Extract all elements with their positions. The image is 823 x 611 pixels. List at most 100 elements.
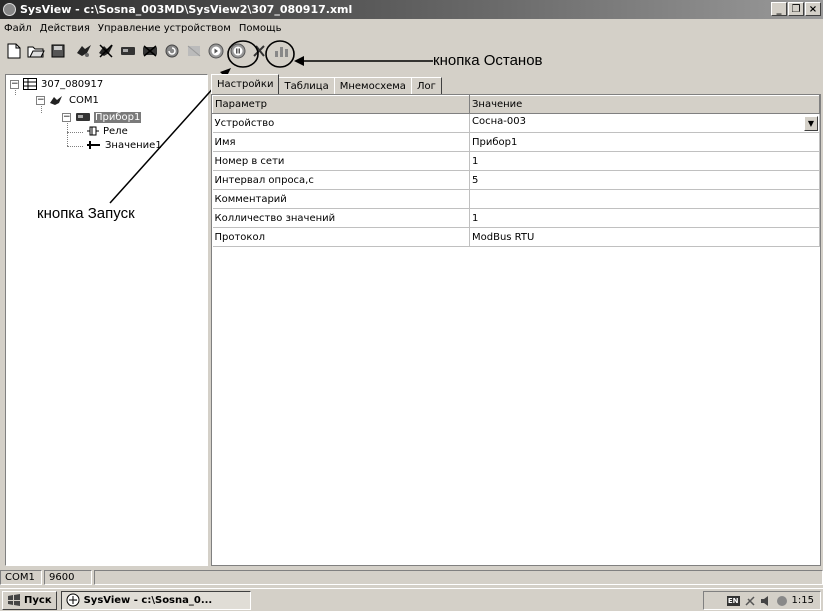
window-controls: _ ❐ × — [771, 2, 821, 16]
table-row[interactable]: Имя Прибор1 — [212, 132, 820, 152]
menu-device-control[interactable]: Управление устройством — [94, 23, 235, 34]
tab-mnemonic[interactable]: Мнемосхема — [333, 77, 412, 94]
table-row[interactable]: Устройство Сосна-003 ▼ — [212, 113, 820, 133]
minimize-button[interactable]: _ — [771, 2, 787, 16]
value-cell[interactable]: 5 — [469, 170, 820, 190]
start-menu-button[interactable]: Пуск — [2, 590, 57, 610]
delete-port-icon — [99, 44, 113, 58]
relay-icon — [87, 126, 99, 136]
tree-relay-label: Реле — [103, 125, 128, 137]
settings-icon — [253, 45, 265, 57]
annotation-start-label: кнопка Запуск — [37, 205, 135, 222]
toolbar — [0, 38, 823, 64]
tree-node-port[interactable]: − COM1 — [36, 94, 99, 106]
column-header-parameter[interactable]: Параметр — [212, 95, 470, 114]
device-tree[interactable]: − 307_080917 − COM1 − Прибор1 Реле Значе… — [5, 74, 208, 566]
tree-root-label: 307_080917 — [41, 78, 104, 90]
settings-button[interactable] — [249, 40, 271, 62]
status-port: COM1 — [0, 570, 42, 585]
annotation-stop-label: кнопка Останов — [433, 52, 543, 69]
collapse-icon[interactable]: − — [10, 79, 19, 89]
menu-actions[interactable]: Действия — [36, 23, 94, 34]
language-indicator[interactable]: EN — [726, 595, 740, 606]
disabled-icon — [187, 45, 201, 57]
device-select-value[interactable]: Сосна-003 — [472, 116, 526, 127]
column-header-value[interactable]: Значение — [469, 95, 820, 114]
grid-header-row: Параметр Значение — [212, 95, 820, 114]
system-tray: EN 1:15 — [703, 591, 821, 610]
table-row[interactable]: Номер в сети 1 — [212, 151, 820, 171]
tree-value-label: Значение1 — [105, 139, 162, 151]
status-empty — [94, 570, 823, 585]
start-button[interactable] — [205, 40, 227, 62]
chart-icon — [275, 47, 288, 57]
tree-node-device[interactable]: − Прибор1 — [62, 111, 142, 123]
menu-file[interactable]: Файл — [0, 23, 36, 34]
value-icon — [87, 141, 100, 149]
collapse-icon[interactable]: − — [36, 95, 45, 105]
param-cell: Интервал опроса,с — [212, 170, 470, 190]
tab-log[interactable]: Лог — [410, 77, 442, 94]
dropdown-arrow-icon[interactable]: ▼ — [804, 115, 818, 131]
windows-logo-icon — [8, 594, 20, 606]
table-row[interactable]: Колличество значений 1 — [212, 208, 820, 228]
menu-bar: Файл Действия Управление устройством Пом… — [0, 20, 285, 37]
param-cell: Номер в сети — [212, 151, 470, 171]
taskbar: Пуск SysView - c:\Sosna_0... EN 1:15 — [0, 588, 823, 611]
tray-app-icon[interactable] — [776, 595, 788, 607]
param-cell: Имя — [212, 132, 470, 152]
value-cell[interactable]: Сосна-003 ▼ — [469, 113, 820, 133]
app-icon — [3, 3, 16, 16]
refresh-button[interactable] — [161, 40, 183, 62]
clock: 1:15 — [791, 595, 814, 606]
settings-grid: Параметр Значение Устройство Сосна-003 ▼… — [211, 94, 821, 566]
maximize-button[interactable]: ❐ — [788, 2, 804, 16]
start-icon — [208, 43, 224, 59]
port-icon — [50, 96, 62, 105]
task-label: SysView - c:\Sosna_0... — [83, 594, 213, 606]
open-folder-icon — [27, 46, 45, 58]
sysview-app-icon — [66, 593, 80, 607]
param-cell: Протокол — [212, 227, 470, 247]
add-device-button[interactable] — [117, 40, 139, 62]
table-row[interactable]: Протокол ModBus RTU — [212, 227, 820, 247]
stop-button[interactable] — [227, 40, 249, 62]
tab-settings[interactable]: Настройки — [211, 74, 280, 94]
tab-table[interactable]: Таблица — [278, 77, 335, 94]
value-cell[interactable]: 1 — [469, 208, 820, 228]
collapse-icon[interactable]: − — [62, 112, 71, 122]
value-cell[interactable]: ModBus RTU — [469, 227, 820, 247]
open-button[interactable] — [25, 40, 47, 62]
new-file-icon — [7, 43, 21, 59]
tree-node-root[interactable]: − 307_080917 — [10, 78, 103, 90]
table-row[interactable]: Интервал опроса,с 5 — [212, 170, 820, 190]
close-button[interactable]: × — [805, 2, 821, 16]
properties-panel: Настройки Таблица Мнемосхема Лог Парамет… — [211, 74, 821, 566]
disabled-button[interactable] — [183, 40, 205, 62]
value-cell[interactable]: 1 — [469, 151, 820, 171]
new-file-button[interactable] — [3, 40, 25, 62]
tree-device-label: Прибор1 — [94, 111, 142, 123]
tree-port-label: COM1 — [69, 94, 99, 106]
volume-icon[interactable] — [760, 595, 772, 607]
start-label: Пуск — [24, 594, 52, 606]
table-icon — [23, 78, 37, 90]
network-icon[interactable] — [744, 595, 756, 607]
status-bar: COM1 9600 — [0, 570, 823, 585]
value-cell[interactable] — [469, 189, 820, 209]
value-cell[interactable]: Прибор1 — [469, 132, 820, 152]
add-device-icon — [121, 47, 135, 55]
title-bar: SysView - c:\Sosna_003MD\SysView2\307_08… — [0, 0, 823, 19]
delete-port-button[interactable] — [95, 40, 117, 62]
add-port-button[interactable] — [73, 40, 95, 62]
task-sysview[interactable]: SysView - c:\Sosna_0... — [60, 590, 251, 610]
table-row[interactable]: Комментарий — [212, 189, 820, 209]
tree-node-relay[interactable]: Реле — [86, 125, 128, 137]
tree-node-value[interactable]: Значение1 — [86, 139, 162, 151]
save-button[interactable] — [47, 40, 69, 62]
param-cell: Колличество значений — [212, 208, 470, 228]
chart-button[interactable] — [271, 40, 293, 62]
device-icon — [76, 113, 90, 121]
menu-help[interactable]: Помощь — [235, 23, 286, 34]
remove-device-button[interactable] — [139, 40, 161, 62]
